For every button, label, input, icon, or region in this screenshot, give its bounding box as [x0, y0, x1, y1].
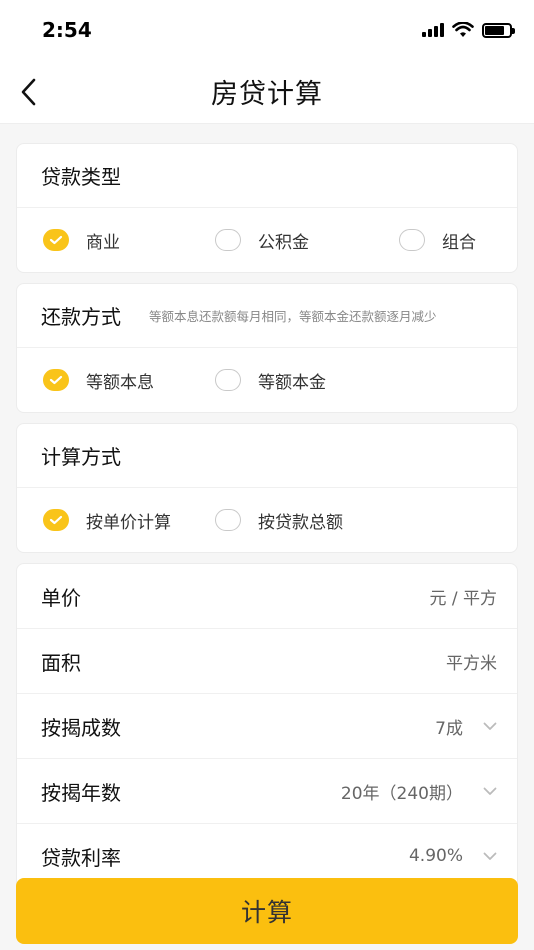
loan-years-select[interactable]: 20年（240期）	[341, 779, 497, 804]
interest-rate-value: 4.90%	[408, 846, 463, 866]
calc-method-option-unit-price[interactable]: 按单价计算	[43, 508, 215, 533]
back-arrow-icon	[21, 78, 36, 106]
down-payment-ratio-select[interactable]: 7成	[435, 714, 497, 739]
loan-type-options: 商业 公积金 组合	[17, 208, 517, 272]
calculate-button[interactable]: 计算	[16, 878, 518, 944]
repayment-card: 还款方式 等额本息还款额每月相同，等额本金还款额逐月减少 等额本息 等额本金	[16, 283, 518, 413]
unit-price-field[interactable]: 元 / 平方	[429, 584, 497, 609]
repayment-options: 等额本息 等额本金	[17, 348, 517, 412]
radio-checked[interactable]	[43, 509, 69, 531]
loan-years-label: 按揭年数	[41, 780, 121, 805]
option-label: 组合	[442, 232, 476, 253]
battery-icon	[482, 22, 515, 38]
status-icons	[422, 22, 515, 38]
option-label: 等额本金	[258, 372, 326, 393]
radio-checked[interactable]	[43, 369, 69, 391]
repayment-option-equal-principal[interactable]: 等额本金	[215, 368, 326, 393]
radio-unchecked[interactable]	[215, 369, 241, 391]
loan-type-title: 贷款类型	[41, 165, 121, 189]
area-label: 面积	[41, 650, 81, 675]
radio-checked[interactable]	[43, 229, 69, 251]
check-icon	[49, 515, 63, 525]
chevron-down-icon	[483, 851, 497, 861]
loan-years-value: 20年（240期）	[340, 783, 463, 804]
option-label: 公积金	[258, 232, 309, 253]
page-title: 房贷计算	[211, 79, 323, 110]
option-label: 商业	[86, 232, 120, 253]
loan-type-card: 贷款类型 商业 公积金 组合	[16, 143, 518, 273]
loan-type-option-commercial[interactable]: 商业	[43, 228, 215, 253]
calc-method-card: 计算方式 按单价计算 按贷款总额	[16, 423, 518, 553]
unit-price-row[interactable]: 单价 元 / 平方	[17, 564, 517, 629]
calc-method-title: 计算方式	[41, 445, 121, 469]
chevron-down-icon	[483, 721, 497, 731]
loan-type-option-provident-fund[interactable]: 公积金	[215, 228, 399, 253]
loan-years-row[interactable]: 按揭年数 20年（240期）	[17, 759, 517, 824]
repayment-hint: 等额本息还款额每月相同，等额本金还款额逐月减少	[149, 309, 437, 324]
calc-method-header: 计算方式	[17, 424, 517, 488]
wifi-icon	[452, 22, 474, 37]
unit-price-label: 单价	[41, 585, 81, 610]
calc-method-option-total-loan[interactable]: 按贷款总额	[215, 508, 343, 533]
interest-rate-label: 贷款利率	[41, 845, 121, 870]
status-bar: 2:54	[0, 0, 534, 60]
interest-rate-select[interactable]: 4.90%	[409, 846, 497, 866]
area-field[interactable]: 平方米	[446, 649, 497, 674]
repayment-title: 还款方式	[41, 305, 121, 329]
radio-unchecked[interactable]	[215, 509, 241, 531]
area-unit: 平方米	[446, 653, 497, 674]
loan-type-header: 贷款类型	[17, 144, 517, 208]
option-label: 按贷款总额	[258, 512, 343, 533]
unit-price-unit: 元 / 平方	[429, 588, 497, 609]
calculate-button-label: 计算	[240, 898, 293, 927]
check-icon	[49, 235, 63, 245]
area-row[interactable]: 面积 平方米	[17, 629, 517, 694]
loan-form: 单价 元 / 平方 面积 平方米 按揭成数 7成 按揭年数 20年（240期）	[16, 563, 518, 890]
main-content: 贷款类型 商业 公积金 组合 还款方式 等额本息还款额每月相同，等额本金还款额逐…	[0, 124, 534, 890]
option-label: 等额本息	[86, 372, 154, 393]
radio-unchecked[interactable]	[215, 229, 241, 251]
back-button[interactable]	[8, 72, 48, 112]
status-time: 2:54	[42, 18, 92, 42]
down-payment-ratio-value: 7成	[435, 718, 463, 739]
signal-icon	[422, 23, 444, 37]
radio-unchecked[interactable]	[399, 229, 425, 251]
repayment-header: 还款方式 等额本息还款额每月相同，等额本金还款额逐月减少	[17, 284, 517, 348]
down-payment-ratio-label: 按揭成数	[41, 715, 121, 740]
loan-type-option-combined[interactable]: 组合	[399, 228, 476, 253]
down-payment-ratio-row[interactable]: 按揭成数 7成	[17, 694, 517, 759]
repayment-option-equal-installment[interactable]: 等额本息	[43, 368, 215, 393]
option-label: 按单价计算	[86, 512, 171, 533]
check-icon	[49, 375, 63, 385]
chevron-down-icon	[483, 786, 497, 796]
calc-method-options: 按单价计算 按贷款总额	[17, 488, 517, 552]
nav-bar: 房贷计算	[0, 60, 534, 124]
